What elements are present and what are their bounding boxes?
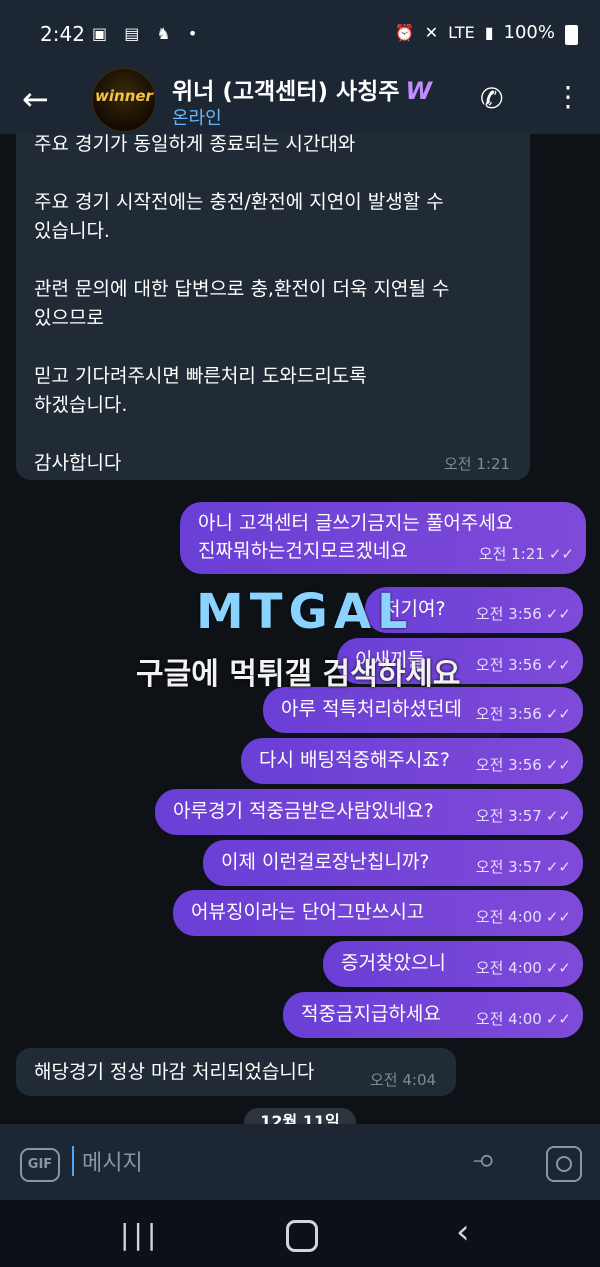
message-time-text: 오전 3:56 bbox=[475, 656, 542, 674]
recents-icon[interactable]: ||| bbox=[120, 1218, 160, 1251]
battery-icon bbox=[565, 24, 578, 45]
status-time: 2:42 bbox=[40, 22, 85, 46]
signal-icon: ▮ bbox=[484, 23, 494, 42]
outgoing-message: 적중금지급하세요 오전 4:00 ✓✓ bbox=[283, 992, 583, 1038]
message-time: 오전 3:57 ✓✓ bbox=[476, 802, 571, 830]
message-text: 아루경기 적중금받은사람있네요? bbox=[173, 800, 434, 822]
alarm-icon: ⏰ bbox=[394, 23, 415, 42]
message-time-text: 오전 1:21 bbox=[478, 545, 545, 563]
message-line bbox=[34, 420, 514, 449]
read-check-icon: ✓✓ bbox=[545, 605, 571, 623]
mute-icon: ✕ bbox=[424, 23, 439, 42]
message-time-text: 오전 3:56 bbox=[475, 756, 542, 774]
paperclip-icon[interactable]: ⌕ bbox=[467, 1139, 509, 1181]
avatar[interactable]: winner bbox=[92, 68, 156, 132]
message-text: 아니 고객센터 글쓰기금지는 풀어주세요 bbox=[198, 512, 514, 534]
message-input[interactable] bbox=[80, 1142, 444, 1184]
message-line bbox=[34, 333, 514, 362]
chat-title-text: 위너 (고객센터) 사칭주 bbox=[172, 79, 400, 105]
message-time-text: 오전 4:00 bbox=[475, 959, 542, 977]
phone-icon[interactable]: ✆ bbox=[480, 82, 503, 115]
home-icon[interactable] bbox=[286, 1220, 318, 1252]
message-time-text: 오전 3:56 bbox=[475, 705, 542, 723]
message-line: 주요 경기 시작전에는 충전/환전에 지연이 발생할 수 bbox=[34, 191, 444, 213]
message-time-text: 오전 3:56 bbox=[475, 605, 542, 623]
message-line: 하겠습니다. bbox=[34, 394, 128, 416]
message-text: 아루 적특처리하셨던데 bbox=[281, 698, 462, 720]
message-line: 주요 경기가 동일하게 종료되는 시간대와 bbox=[34, 134, 356, 155]
outgoing-message: 증거찾았으니 오전 4:00 ✓✓ bbox=[323, 941, 583, 987]
system-nav-bar: ||| ‹ bbox=[0, 1200, 600, 1267]
message-time-text: 오전 3:57 bbox=[475, 858, 542, 876]
message-line: 믿고 기다려주시면 빠른처리 도와드리도록 bbox=[34, 365, 367, 387]
read-check-icon: ✓✓ bbox=[545, 656, 571, 674]
camera-icon[interactable] bbox=[546, 1146, 582, 1182]
outgoing-message: 아니 고객센터 글쓰기금지는 풀어주세요 진짜뭐하는건지모르겠네요 오전 1:2… bbox=[180, 502, 586, 574]
chat-title[interactable]: 위너 (고객센터) 사칭주 W bbox=[172, 72, 432, 106]
read-check-icon: ✓✓ bbox=[545, 807, 571, 825]
status-bar: 2:42 ▣ ▤ ♞ • ⏰ ✕ LTE ▮ 100% bbox=[0, 0, 600, 68]
read-check-icon: ✓✓ bbox=[545, 959, 571, 977]
outgoing-message: 아루경기 적중금받은사람있네요? 오전 3:57 ✓✓ bbox=[155, 789, 583, 835]
message-line: 감사합니다 bbox=[34, 452, 122, 474]
message-text: 해당경기 정상 마감 처리되었습니다 bbox=[34, 1061, 315, 1083]
message-time: 오전 1:21 ✓✓ bbox=[479, 540, 574, 568]
outgoing-message: 아루 적특처리하셨던데 오전 3:56 ✓✓ bbox=[263, 687, 583, 733]
message-time: 오전 4:00 ✓✓ bbox=[476, 954, 571, 982]
message-line bbox=[34, 246, 514, 275]
nav-back-icon[interactable]: ‹ bbox=[456, 1212, 470, 1252]
watermark-logo: MTGAL bbox=[196, 584, 414, 640]
message-time: 오전 3:56 ✓✓ bbox=[476, 600, 571, 628]
message-time-text: 오전 4:00 bbox=[475, 1010, 542, 1028]
message-time: 오전 1:21 bbox=[444, 455, 511, 473]
message-text: 적중금지급하세요 bbox=[301, 1003, 441, 1025]
chat-header: ← winner 위너 (고객센터) 사칭주 W 온라인 ✆ ⋮ bbox=[0, 68, 600, 134]
read-check-icon: ✓✓ bbox=[545, 858, 571, 876]
message-text: 다시 배팅적중해주시죠? bbox=[259, 749, 450, 771]
incoming-message: 해당경기 정상 마감 처리되었습니다 오전 4:04 bbox=[16, 1048, 456, 1096]
battery-label: 100% bbox=[503, 22, 555, 43]
back-arrow-icon[interactable]: ← bbox=[22, 82, 56, 116]
message-line: 있습니다. bbox=[34, 220, 110, 242]
more-menu-icon[interactable]: ⋮ bbox=[554, 80, 582, 113]
chat-area[interactable]: 주요 경기가 동일하게 종료되는 시간대와 주요 경기 시작전에는 충전/환전에… bbox=[0, 134, 600, 1124]
message-time-text: 오전 3:57 bbox=[475, 807, 542, 825]
message-time-text: 오전 4:00 bbox=[475, 908, 542, 926]
message-time: 오전 4:04 bbox=[370, 1071, 437, 1089]
message-line: 있으므로 bbox=[34, 307, 104, 329]
message-time: 오전 4:00 ✓✓ bbox=[476, 903, 571, 931]
read-check-icon: ✓✓ bbox=[545, 705, 571, 723]
message-time: 오전 4:00 ✓✓ bbox=[476, 1005, 571, 1033]
outgoing-message: 어뷰징이라는 단어그만쓰시고 오전 4:00 ✓✓ bbox=[173, 890, 583, 936]
status-right: ⏰ ✕ LTE ▮ 100% bbox=[394, 22, 578, 45]
message-time: 오전 3:56 ✓✓ bbox=[476, 651, 571, 679]
read-check-icon: ✓✓ bbox=[545, 908, 571, 926]
text-caret bbox=[72, 1146, 74, 1176]
gif-icon[interactable]: GIF bbox=[20, 1148, 60, 1182]
message-input-bar: GIF ⌕ bbox=[0, 1124, 600, 1200]
outgoing-message: 다시 배팅적중해주시죠? 오전 3:56 ✓✓ bbox=[241, 738, 583, 784]
message-text: 어뷰징이라는 단어그만쓰시고 bbox=[191, 901, 425, 923]
message-time: 오전 3:56 ✓✓ bbox=[476, 700, 571, 728]
title-badge: W bbox=[405, 77, 432, 105]
watermark-text: 구글에 먹튀갤 검색하세요 bbox=[136, 657, 461, 692]
message-text: 증거찾았으니 bbox=[341, 952, 446, 974]
avatar-logo-text: winner bbox=[95, 87, 153, 105]
outgoing-message: 이제 이런걸로장난칩니까? 오전 3:57 ✓✓ bbox=[203, 840, 583, 886]
read-check-icon: ✓✓ bbox=[548, 545, 574, 563]
message-line: 관련 문의에 대한 답변으로 충,환전이 더욱 지연될 수 bbox=[34, 278, 450, 300]
network-label: LTE bbox=[448, 23, 475, 42]
message-text: 이제 이런걸로장난칩니까? bbox=[221, 851, 430, 873]
message-line bbox=[34, 159, 514, 188]
read-check-icon: ✓✓ bbox=[545, 1010, 571, 1028]
read-check-icon: ✓✓ bbox=[545, 756, 571, 774]
incoming-message: 주요 경기가 동일하게 종료되는 시간대와 주요 경기 시작전에는 충전/환전에… bbox=[16, 134, 530, 480]
message-time: 오전 3:57 ✓✓ bbox=[476, 853, 571, 881]
notification-icons: ▣ ▤ ♞ • bbox=[92, 24, 204, 43]
chat-status: 온라인 bbox=[172, 108, 222, 129]
message-time: 오전 3:56 ✓✓ bbox=[476, 751, 571, 779]
